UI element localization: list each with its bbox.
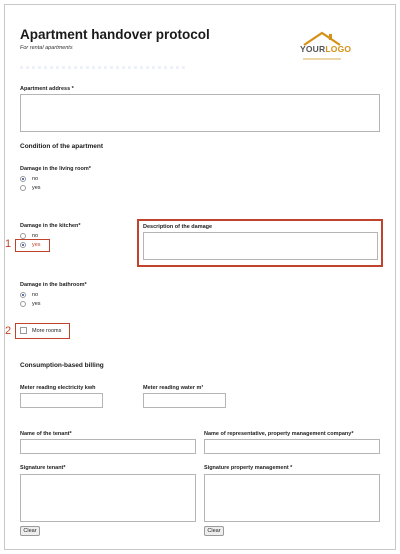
form-subtitle: For rental apartments: [20, 45, 73, 51]
radio-button[interactable]: [20, 292, 26, 298]
bathroom-option-yes[interactable]: yes: [20, 300, 41, 308]
callout-number-2: 2: [5, 325, 12, 337]
bathroom-option-no[interactable]: no: [20, 291, 41, 299]
radio-option-label: yes: [32, 185, 41, 191]
more-rooms-checkbox[interactable]: [20, 327, 27, 334]
radio-button[interactable]: [20, 301, 26, 307]
electricity-input[interactable]: [20, 393, 103, 408]
logo-your: YOUR: [300, 44, 326, 54]
living-room-label: Damage in the living room*: [20, 166, 91, 172]
kitchen-label: Damage in the kitchen*: [20, 223, 81, 229]
electricity-label: Meter reading electricity kwh: [20, 385, 96, 391]
clear-management-signature-button[interactable]: Clear: [204, 526, 224, 536]
signature-management-label: Signature property management *: [204, 465, 293, 471]
living-room-option-yes[interactable]: yes: [20, 184, 41, 192]
address-textarea[interactable]: [20, 94, 380, 132]
damage-description-label: Description of the damage: [143, 224, 213, 230]
signature-management-pad[interactable]: [204, 474, 380, 522]
living-room-option-no[interactable]: no: [20, 175, 41, 183]
company-logo: YOURLOGO: [298, 28, 351, 62]
faint-ghost-text: [20, 63, 185, 69]
radio-button[interactable]: [20, 176, 26, 182]
form-title: Apartment handover protocol: [20, 27, 210, 42]
radio-option-label: yes: [32, 301, 41, 307]
radio-button[interactable]: [20, 185, 26, 191]
radio-button[interactable]: [20, 242, 26, 248]
radio-option-label: no: [32, 292, 39, 298]
callout-number-1: 1: [5, 238, 12, 250]
water-label: Meter reading water m³: [143, 385, 204, 391]
billing-heading: Consumption-based billing: [20, 362, 104, 369]
water-input[interactable]: [143, 393, 226, 408]
tenant-name-input[interactable]: [20, 439, 196, 454]
tenant-name-label: Name of the tenant*: [20, 431, 72, 437]
radio-option-label: no: [32, 176, 39, 182]
damage-description-textarea[interactable]: [143, 232, 378, 260]
signature-tenant-pad[interactable]: [20, 474, 196, 522]
bathroom-label: Damage in the bathroom*: [20, 282, 87, 288]
condition-heading: Condition of the apartment: [20, 143, 104, 150]
signature-tenant-label: Signature tenant*: [20, 465, 66, 471]
logo-logo: LOGO: [325, 44, 352, 54]
representative-name-input[interactable]: [204, 439, 380, 454]
more-rooms-checkbox-row[interactable]: More rooms: [20, 327, 61, 334]
bathroom-radio-group: no yes: [20, 291, 41, 308]
living-room-radio-group: no yes: [20, 175, 41, 192]
more-rooms-label: More rooms: [32, 327, 62, 334]
logo-wordmark: YOURLOGO: [300, 44, 351, 54]
representative-name-label: Name of representative, property managem…: [204, 431, 354, 437]
clear-tenant-signature-button[interactable]: Clear: [20, 526, 40, 536]
address-label: Apartment address *: [20, 86, 74, 92]
kitchen-option-yes[interactable]: yes: [20, 241, 41, 249]
radio-option-label: yes: [32, 242, 41, 248]
